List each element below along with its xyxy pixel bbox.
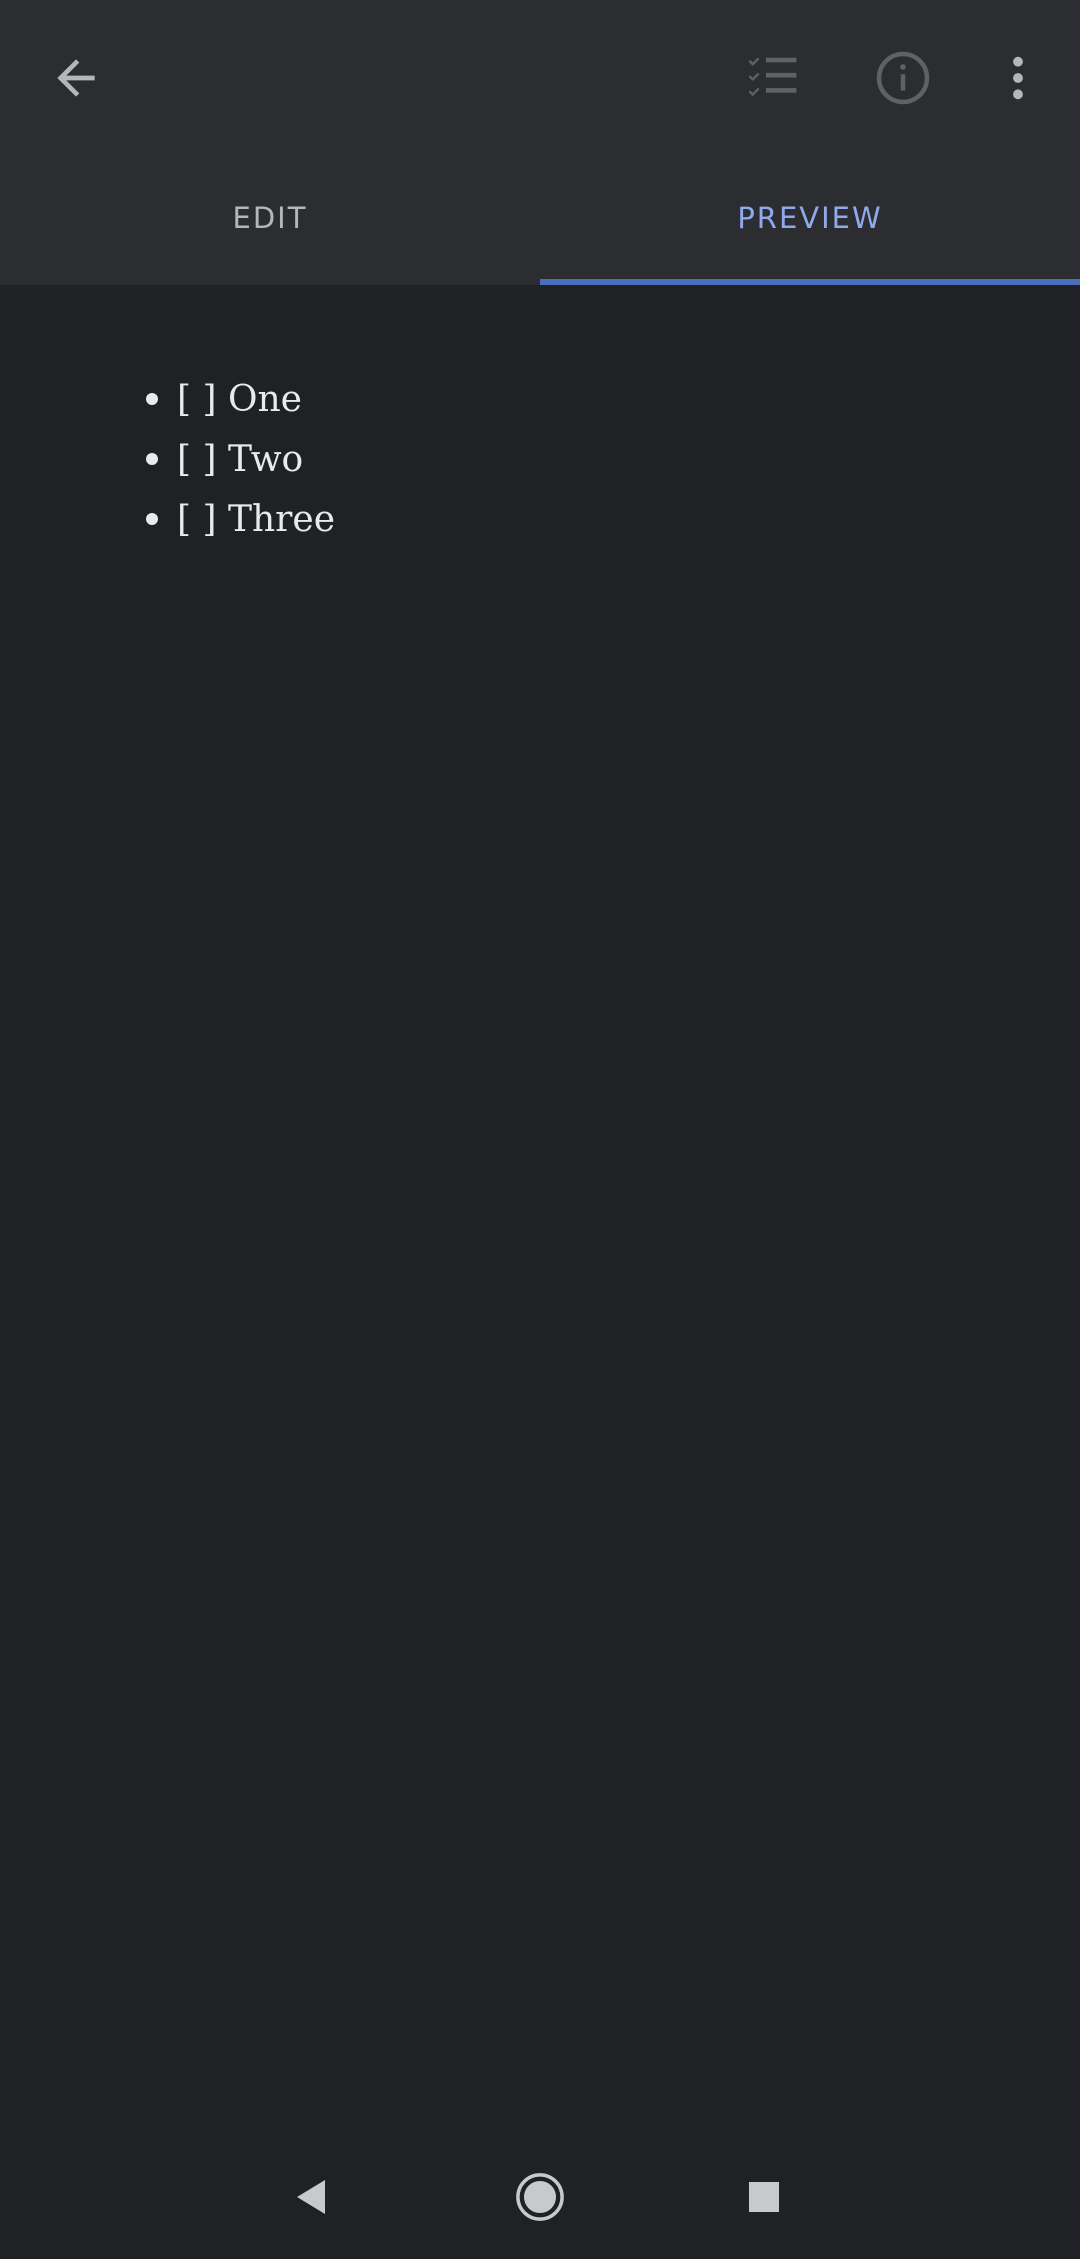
list-item: [ ] Three	[140, 489, 335, 549]
app-bar	[0, 0, 1080, 150]
more-vert-icon	[1013, 56, 1023, 100]
list-item: [ ] Two	[140, 429, 335, 489]
preview-list: [ ] One [ ] Two [ ] Three	[140, 369, 335, 549]
system-home-button[interactable]	[498, 2155, 582, 2239]
info-icon	[876, 51, 930, 105]
nav-back-icon	[297, 2180, 325, 2214]
more-options-button[interactable]	[970, 30, 1066, 126]
nav-recents-icon	[749, 2182, 779, 2212]
bullet-icon	[146, 393, 158, 405]
list-item-text: [ ] One	[177, 378, 302, 420]
tab-bar: EDIT PREVIEW	[0, 150, 1080, 285]
system-nav-bar	[0, 2135, 1080, 2259]
system-recents-button[interactable]	[722, 2155, 806, 2239]
tab-preview-label: PREVIEW	[737, 200, 883, 235]
checklist-button[interactable]	[725, 30, 821, 126]
list-item-text: [ ] Two	[177, 438, 304, 480]
arrow-back-icon	[57, 59, 95, 97]
preview-content: [ ] One [ ] Two [ ] Three	[0, 285, 1080, 2135]
system-back-button[interactable]	[270, 2155, 354, 2239]
tab-preview[interactable]: PREVIEW	[540, 150, 1080, 285]
nav-home-icon	[516, 2173, 564, 2221]
tab-edit[interactable]: EDIT	[0, 150, 540, 285]
info-button[interactable]	[855, 30, 951, 126]
screen: EDIT PREVIEW [ ] One [ ] Two [ ] Three	[0, 0, 1080, 2259]
bullet-icon	[146, 513, 158, 525]
tab-edit-label: EDIT	[232, 200, 308, 235]
list-item-text: [ ] Three	[177, 498, 335, 540]
checklist-icon	[748, 57, 797, 97]
back-button[interactable]	[28, 30, 124, 126]
bullet-icon	[146, 453, 158, 465]
list-item: [ ] One	[140, 369, 335, 429]
